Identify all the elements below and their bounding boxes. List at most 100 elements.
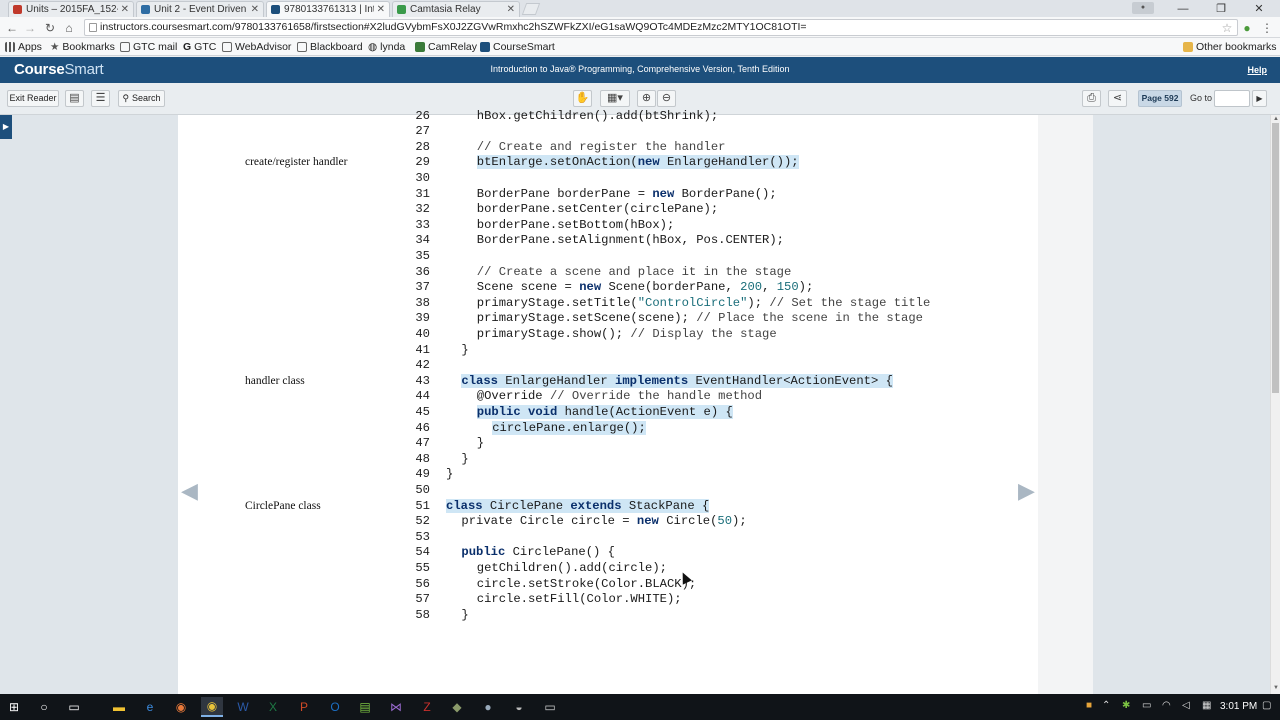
- bookmark-apps[interactable]: Apps: [5, 40, 42, 54]
- battery-icon[interactable]: ▭: [1142, 700, 1151, 711]
- wifi-icon[interactable]: ◠: [1162, 700, 1171, 711]
- edge-icon[interactable]: e: [139, 697, 161, 717]
- help-link[interactable]: Help: [1247, 65, 1267, 75]
- line-number: 44: [415, 389, 430, 404]
- bookmark-lynda[interactable]: ◍ lynda: [368, 40, 405, 54]
- taskbar-clock[interactable]: 3:01 PM: [1220, 701, 1257, 712]
- line-number: 46: [415, 420, 430, 435]
- action-center-icon[interactable]: ▢: [1262, 700, 1271, 711]
- zoom-in-icon[interactable]: ⊕: [637, 90, 656, 107]
- close-tab-icon[interactable]: ✕: [251, 4, 259, 15]
- search-icon[interactable]: ○: [33, 697, 55, 717]
- visual-studio-icon[interactable]: ⋈: [385, 697, 407, 717]
- g-icon: G: [183, 41, 192, 53]
- new-tab-button[interactable]: [521, 3, 541, 15]
- filezilla-icon[interactable]: Z: [416, 697, 438, 717]
- camrelay-icon: [415, 42, 425, 52]
- bookmark-camrelay[interactable]: CamRelay: [415, 40, 477, 54]
- back-icon[interactable]: ←: [3, 19, 21, 36]
- bookmark-coursesmart[interactable]: CourseSmart: [480, 40, 555, 54]
- vertical-scrollbar[interactable]: ▲ ▼: [1270, 115, 1280, 694]
- close-window-button[interactable]: ✕: [1240, 0, 1278, 17]
- share-icon[interactable]: ⋖: [1108, 90, 1127, 107]
- chrome-menu-icon[interactable]: ⋮: [1258, 19, 1276, 36]
- table-of-contents-icon[interactable]: ☰: [91, 90, 110, 107]
- other-bookmarks[interactable]: Other bookmarks: [1183, 40, 1277, 54]
- line-number: 57: [415, 592, 430, 607]
- search-label: Search: [132, 93, 161, 103]
- reload-icon[interactable]: ↻: [41, 19, 59, 36]
- search-button[interactable]: ⚲ Search: [118, 90, 165, 107]
- minimize-window-button[interactable]: —: [1164, 0, 1202, 17]
- bookmark-star-icon[interactable]: ☆: [1218, 19, 1236, 36]
- scrollbar-thumb[interactable]: [1272, 123, 1279, 393]
- code-line: public CirclePane() {: [461, 545, 615, 560]
- browser-tab[interactable]: Unit 2 - Event Driven ✕: [136, 1, 264, 17]
- app-icon[interactable]: ▭: [539, 697, 561, 717]
- scroll-up-icon[interactable]: ▲: [1272, 115, 1280, 123]
- notepad-icon[interactable]: ▤: [354, 697, 376, 717]
- code-line: // Create and register the handler: [476, 139, 726, 154]
- url-input[interactable]: instructors.coursesmart.com/978013376165…: [84, 19, 1238, 36]
- firefox-icon[interactable]: ◉: [170, 697, 192, 717]
- print-icon[interactable]: ⎙: [1082, 90, 1101, 107]
- tab-favicon-icon: [141, 5, 150, 14]
- close-tab-icon[interactable]: ✕: [377, 4, 385, 15]
- page-layout-dropdown-icon[interactable]: ▦▾: [600, 90, 630, 107]
- side-panel-toggle-icon[interactable]: ▶: [0, 115, 12, 139]
- windows-start-icon[interactable]: ⊞: [3, 697, 25, 717]
- line-number: 34: [415, 233, 430, 248]
- bookmark-webadvisor[interactable]: WebAdvisor: [222, 40, 291, 54]
- goto-page-input[interactable]: [1214, 90, 1250, 107]
- pan-hand-icon[interactable]: ✋: [573, 90, 592, 107]
- line-number: 56: [415, 576, 430, 591]
- bookmark-gtc-mail[interactable]: GTC mail: [120, 40, 177, 54]
- goto-page-button[interactable]: ▶: [1252, 90, 1267, 107]
- browser-tab-active[interactable]: 9780133761313 | Intr ✕: [266, 1, 390, 17]
- volume-icon[interactable]: ◁: [1182, 700, 1190, 711]
- page-info-icon[interactable]: [89, 23, 97, 32]
- bookmark-label: CourseSmart: [493, 41, 555, 53]
- app-icon[interactable]: ◒: [508, 697, 530, 717]
- next-page-arrow-icon[interactable]: ▶: [1018, 478, 1035, 504]
- tray-app-icon[interactable]: ✱: [1122, 700, 1130, 711]
- forward-icon[interactable]: →: [21, 19, 39, 36]
- scroll-down-icon[interactable]: ▼: [1272, 684, 1280, 692]
- page-edge: [1038, 115, 1093, 694]
- show-hidden-icons-icon[interactable]: ⌃: [1102, 700, 1110, 711]
- excel-icon[interactable]: X: [262, 697, 284, 717]
- keyboard-icon[interactable]: ▦: [1202, 700, 1211, 711]
- bookmark-gtc[interactable]: G GTC: [183, 40, 216, 54]
- close-tab-icon[interactable]: ✕: [121, 4, 129, 15]
- coursesmart-header: CourseSmart Introduction to Java® Progra…: [0, 57, 1280, 83]
- margin-note: handler class: [245, 374, 305, 387]
- bookmark-label: lynda: [380, 41, 406, 53]
- task-view-icon[interactable]: ▭: [63, 697, 85, 717]
- bookmark-blackboard[interactable]: Blackboard: [297, 40, 363, 54]
- code-line-highlighted: class CirclePane extends StackPane {: [446, 498, 710, 513]
- previous-page-arrow-icon[interactable]: ◀: [181, 478, 198, 504]
- code-line: getChildren().add(circle);: [476, 560, 667, 575]
- word-icon[interactable]: W: [232, 697, 254, 717]
- bookmark-bookmarks[interactable]: ★ Bookmarks: [50, 40, 115, 54]
- home-icon[interactable]: ⌂: [60, 19, 78, 36]
- line-number: 51: [415, 498, 430, 513]
- outlook-icon[interactable]: O: [324, 697, 346, 717]
- app-icon[interactable]: ●: [477, 697, 499, 717]
- powerpoint-icon[interactable]: P: [293, 697, 315, 717]
- app-icon[interactable]: ◆: [446, 697, 468, 717]
- close-tab-icon[interactable]: ✕: [507, 4, 515, 15]
- extension-icon[interactable]: ●: [1238, 19, 1256, 36]
- chrome-icon[interactable]: ◉: [201, 697, 223, 717]
- zoom-out-icon[interactable]: ⊖: [657, 90, 676, 107]
- page-view-icon[interactable]: ▤: [65, 90, 84, 107]
- exit-reader-button[interactable]: Exit Reader: [7, 90, 59, 107]
- profile-icon[interactable]: ●: [1132, 2, 1154, 14]
- file-explorer-icon[interactable]: ▬: [108, 697, 130, 717]
- bookmark-label: CamRelay: [428, 41, 478, 53]
- browser-tab[interactable]: Units – 2015FA_152- ✕: [8, 1, 134, 17]
- line-number: 52: [415, 514, 430, 529]
- restore-window-button[interactable]: ❐: [1202, 0, 1240, 17]
- tray-app-icon[interactable]: ■: [1086, 700, 1092, 711]
- browser-tab[interactable]: Camtasia Relay ✕: [392, 1, 520, 17]
